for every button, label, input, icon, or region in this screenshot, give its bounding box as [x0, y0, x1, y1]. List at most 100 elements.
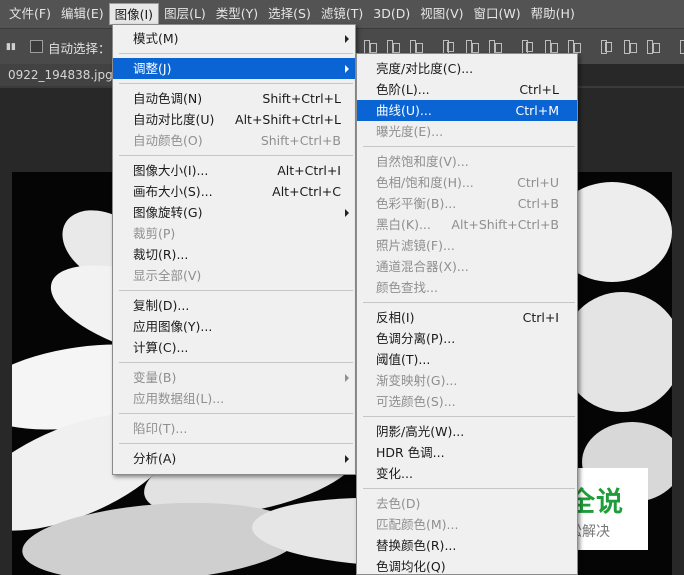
- menu-item-label: 黑白(K)...: [376, 217, 431, 232]
- menubar-item-8[interactable]: 视图(V): [415, 3, 468, 25]
- menu-item-shortcut: Alt+Shift+Ctrl+L: [235, 112, 341, 127]
- menu-item-label: 亮度/对比度(C)...: [376, 61, 474, 76]
- image-menu-item-2[interactable]: 调整(J): [113, 58, 355, 79]
- menu-item-label: 应用数据组(L)...: [133, 391, 225, 406]
- image-menu-item-11: 裁剪(P): [113, 223, 355, 244]
- adjust-submenu-item-13[interactable]: 反相(I) Ctrl+I: [357, 307, 577, 328]
- menu-item-label: 调整(J): [133, 61, 172, 76]
- menu-item-label: 显示全部(V): [133, 268, 202, 283]
- menu-item-shortcut: Ctrl+M: [515, 103, 560, 118]
- menu-item-shortcut: Ctrl+U: [517, 175, 559, 190]
- menubar-item-6[interactable]: 滤镜(T): [316, 3, 368, 25]
- adjust-submenu-item-15[interactable]: 阈值(T)...: [357, 349, 577, 370]
- menu-separator: [113, 286, 355, 295]
- menu-separator: [357, 412, 577, 421]
- adjust-submenu-item-5: 自然饱和度(V)...: [357, 151, 577, 172]
- menu-item-shortcut: Ctrl+L: [519, 82, 559, 97]
- adjust-submenu: 亮度/对比度(C)... 色阶(L)... Ctrl+L 曲线(U)... Ctrl+M…: [356, 53, 578, 575]
- adjust-submenu-item-25[interactable]: 替换颜色(R)...: [357, 535, 577, 556]
- menu-item-shortcut: Shift+Ctrl+B: [260, 133, 341, 148]
- document-tab[interactable]: 0922_194838.jpg @: [0, 64, 130, 86]
- adjust-submenu-item-1[interactable]: 色阶(L)... Ctrl+L: [357, 79, 577, 100]
- image-menu-item-4[interactable]: 自动色调(N) Shift+Ctrl+L: [113, 88, 355, 109]
- menu-item-shortcut: Alt+Ctrl+C: [272, 184, 341, 199]
- adjust-submenu-item-0[interactable]: 亮度/对比度(C)...: [357, 58, 577, 79]
- adjust-submenu-item-11: 颜色查找...: [357, 277, 577, 298]
- image-menu-item-10[interactable]: 图像旋转(G): [113, 202, 355, 223]
- menu-item-label: 变化...: [376, 466, 413, 481]
- menu-item-shortcut: Ctrl+B: [517, 196, 559, 211]
- adjust-submenu-item-16: 渐变映射(G)...: [357, 370, 577, 391]
- menu-separator: [113, 358, 355, 367]
- distribute-hcenter-icon[interactable]: [622, 38, 637, 55]
- distribute-left-icon[interactable]: [599, 38, 614, 54]
- image-menu-item-9[interactable]: 画布大小(S)... Alt+Ctrl+C: [113, 181, 355, 202]
- adjust-submenu-item-19[interactable]: 阴影/高光(W)...: [357, 421, 577, 442]
- menu-item-label: 自然饱和度(V)...: [376, 154, 469, 169]
- submenu-arrow-icon: [345, 374, 349, 382]
- menubar-item-4[interactable]: 类型(Y): [211, 3, 263, 25]
- distribute-top-icon[interactable]: [520, 38, 535, 54]
- menu-item-label: 匹配颜色(M)...: [376, 517, 459, 532]
- menu-item-label: 去色(D): [376, 496, 421, 511]
- menu-item-label: 模式(M): [133, 31, 179, 46]
- menu-item-label: 应用图像(Y)...: [133, 319, 213, 334]
- adjust-submenu-item-3: 曝光度(E)...: [357, 121, 577, 142]
- auto-select-checkbox[interactable]: [30, 40, 43, 53]
- menubar-item-1[interactable]: 编辑(E): [56, 3, 109, 25]
- image-menu-item-24[interactable]: 分析(A): [113, 448, 355, 469]
- menubar-item-7[interactable]: 3D(D): [368, 3, 415, 25]
- image-menu-item-13: 显示全部(V): [113, 265, 355, 286]
- adjust-submenu-item-20[interactable]: HDR 色调...: [357, 442, 577, 463]
- image-menu-item-12[interactable]: 裁切(R)...: [113, 244, 355, 265]
- menu-separator: [113, 49, 355, 58]
- menu-item-label: 色相/饱和度(H)...: [376, 175, 474, 190]
- submenu-arrow-icon: [345, 65, 349, 73]
- menu-item-label: 自动色调(N): [133, 91, 203, 106]
- menu-item-label: 图像旋转(G): [133, 205, 203, 220]
- image-menu-item-5[interactable]: 自动对比度(U) Alt+Shift+Ctrl+L: [113, 109, 355, 130]
- image-menu-item-17[interactable]: 计算(C)...: [113, 337, 355, 358]
- auto-align-icon[interactable]: [678, 38, 684, 54]
- menu-item-label: HDR 色调...: [376, 445, 445, 460]
- adjust-submenu-item-26[interactable]: 色调均化(Q): [357, 556, 577, 575]
- adjust-submenu-item-7: 色彩平衡(B)... Ctrl+B: [357, 193, 577, 214]
- menubar-item-5[interactable]: 选择(S): [263, 3, 316, 25]
- image-menu-item-20: 应用数据组(L)...: [113, 388, 355, 409]
- image-menu-item-8[interactable]: 图像大小(I)... Alt+Ctrl+I: [113, 160, 355, 181]
- menu-item-label: 替换颜色(R)...: [376, 538, 457, 553]
- submenu-arrow-icon: [345, 35, 349, 43]
- menu-separator: [113, 439, 355, 448]
- adjust-submenu-item-14[interactable]: 色调分离(P)...: [357, 328, 577, 349]
- menu-item-label: 曝光度(E)...: [376, 124, 444, 139]
- distribute-right-icon[interactable]: [645, 38, 660, 55]
- menu-item-label: 阴影/高光(W)...: [376, 424, 465, 439]
- menu-item-label: 阈值(T)...: [376, 352, 431, 367]
- menu-item-label: 通道混合器(X)...: [376, 259, 469, 274]
- image-menu-item-16[interactable]: 应用图像(Y)...: [113, 316, 355, 337]
- menubar-item-3[interactable]: 图层(L): [159, 3, 211, 25]
- menu-item-label: 色调均化(Q): [376, 559, 446, 574]
- image-menu-item-22: 陷印(T)...: [113, 418, 355, 439]
- menu-separator: [113, 79, 355, 88]
- menu-separator: [113, 409, 355, 418]
- menu-item-shortcut: Ctrl+I: [522, 310, 559, 325]
- adjust-submenu-item-2[interactable]: 曲线(U)... Ctrl+M: [357, 100, 577, 121]
- menu-separator: [357, 298, 577, 307]
- image-menu-item-15[interactable]: 复制(D)...: [113, 295, 355, 316]
- image-menu-item-19: 变量(B): [113, 367, 355, 388]
- menu-item-label: 照片滤镜(F)...: [376, 238, 455, 253]
- menu-item-label: 裁剪(P): [133, 226, 176, 241]
- menu-item-label: 陷印(T)...: [133, 421, 188, 436]
- grip-icon[interactable]: ▮▮: [6, 42, 20, 52]
- align-left-icon[interactable]: [441, 38, 456, 54]
- menubar-item-10[interactable]: 帮助(H): [526, 3, 580, 25]
- menu-item-label: 计算(C)...: [133, 340, 189, 355]
- image-menu-item-6: 自动颜色(O) Shift+Ctrl+B: [113, 130, 355, 151]
- menubar-item-9[interactable]: 窗口(W): [469, 3, 526, 25]
- adjust-submenu-item-21[interactable]: 变化...: [357, 463, 577, 484]
- image-menu: 模式(M) 调整(J) 自动色调(N) Shift+Ctrl+L 自动对比度(U) Alt…: [112, 24, 356, 475]
- menubar-item-2[interactable]: 图像(I): [108, 3, 160, 25]
- menubar-item-0[interactable]: 文件(F): [4, 3, 56, 25]
- image-menu-item-0[interactable]: 模式(M): [113, 28, 355, 49]
